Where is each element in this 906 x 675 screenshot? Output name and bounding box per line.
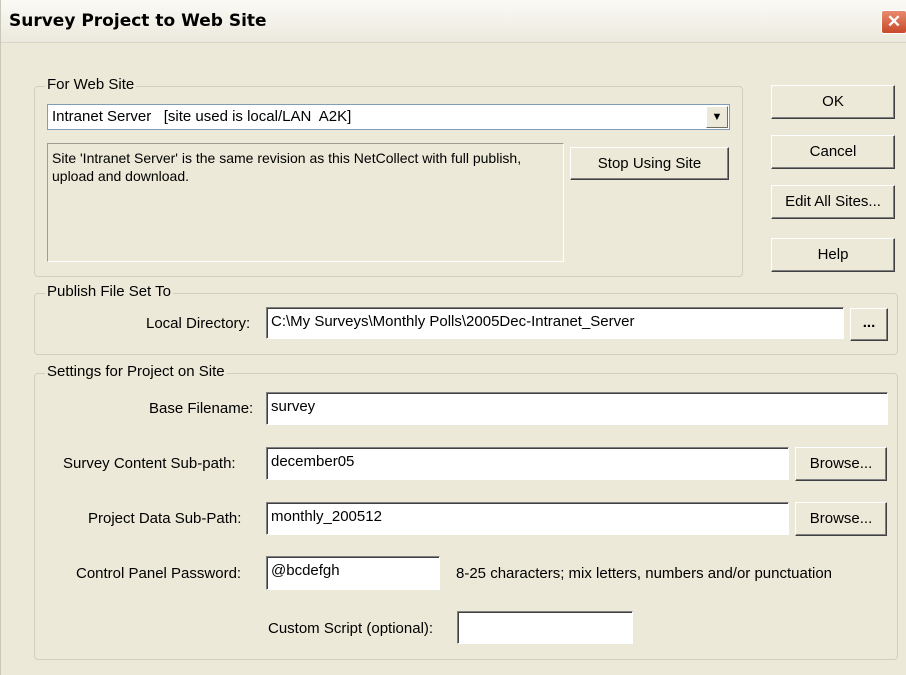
ok-button[interactable]: OK: [771, 85, 895, 119]
help-label: Help: [817, 246, 849, 263]
publish-legend: Publish File Set To: [45, 283, 173, 300]
window-title: Survey Project to Web Site: [9, 11, 267, 31]
help-button[interactable]: Help: [771, 238, 895, 272]
password-hint: 8-25 characters; mix letters, numbers an…: [456, 565, 833, 582]
stop-using-site-button[interactable]: Stop Using Site: [570, 147, 729, 180]
site-info-box: Site 'Intranet Server' is the same revis…: [47, 143, 564, 262]
browse-data-button[interactable]: Browse...: [795, 502, 887, 536]
settings-legend: Settings for Project on Site: [45, 363, 227, 380]
browse-data-label: Browse...: [809, 510, 873, 527]
site-select[interactable]: Intranet Server [site used is local/LAN …: [47, 104, 730, 130]
password-input[interactable]: @bcdefgh: [266, 556, 440, 590]
custom-script-input[interactable]: [457, 611, 633, 644]
content-subpath-value: december05: [271, 453, 355, 470]
title-bar[interactable]: Survey Project to Web Site ✕: [1, 0, 906, 43]
data-subpath-input[interactable]: monthly_200512: [266, 502, 789, 535]
ok-label: OK: [822, 93, 844, 110]
data-subpath-label: Project Data Sub-Path:: [88, 510, 242, 527]
ellipsis-icon: ...: [862, 314, 876, 331]
edit-all-sites-label: Edit All Sites...: [785, 193, 881, 210]
web-site-legend: For Web Site: [45, 76, 137, 93]
base-filename-label: Base Filename:: [149, 400, 254, 417]
dialog-window: Survey Project to Web Site ✕ For Web Sit…: [0, 0, 906, 675]
site-info-text: Site 'Intranet Server' is the same revis…: [52, 150, 522, 184]
stop-using-site-label: Stop Using Site: [597, 155, 702, 172]
chevron-down-icon[interactable]: ▼: [706, 106, 728, 128]
content-subpath-label: Survey Content Sub-path:: [63, 455, 236, 472]
local-directory-label: Local Directory:: [146, 315, 251, 332]
password-label: Control Panel Password:: [76, 565, 242, 582]
content-subpath-input[interactable]: december05: [266, 447, 789, 480]
base-filename-value: survey: [271, 398, 316, 415]
custom-script-label: Custom Script (optional):: [268, 620, 434, 637]
password-value: @bcdefgh: [271, 562, 340, 579]
edit-all-sites-button[interactable]: Edit All Sites...: [771, 185, 895, 219]
local-directory-input[interactable]: C:\My Surveys\Monthly Polls\2005Dec-Intr…: [266, 307, 844, 339]
local-directory-value: C:\My Surveys\Monthly Polls\2005Dec-Intr…: [271, 313, 635, 330]
browse-local-directory-button[interactable]: ...: [850, 308, 888, 341]
data-subpath-value: monthly_200512: [271, 508, 382, 525]
close-icon[interactable]: ✕: [881, 10, 906, 34]
cancel-label: Cancel: [809, 143, 857, 160]
browse-content-button[interactable]: Browse...: [795, 447, 887, 481]
browse-content-label: Browse...: [809, 455, 873, 472]
cancel-button[interactable]: Cancel: [771, 135, 895, 169]
site-select-value: Intranet Server [site used is local/LAN …: [52, 108, 352, 125]
base-filename-input[interactable]: survey: [266, 392, 888, 425]
